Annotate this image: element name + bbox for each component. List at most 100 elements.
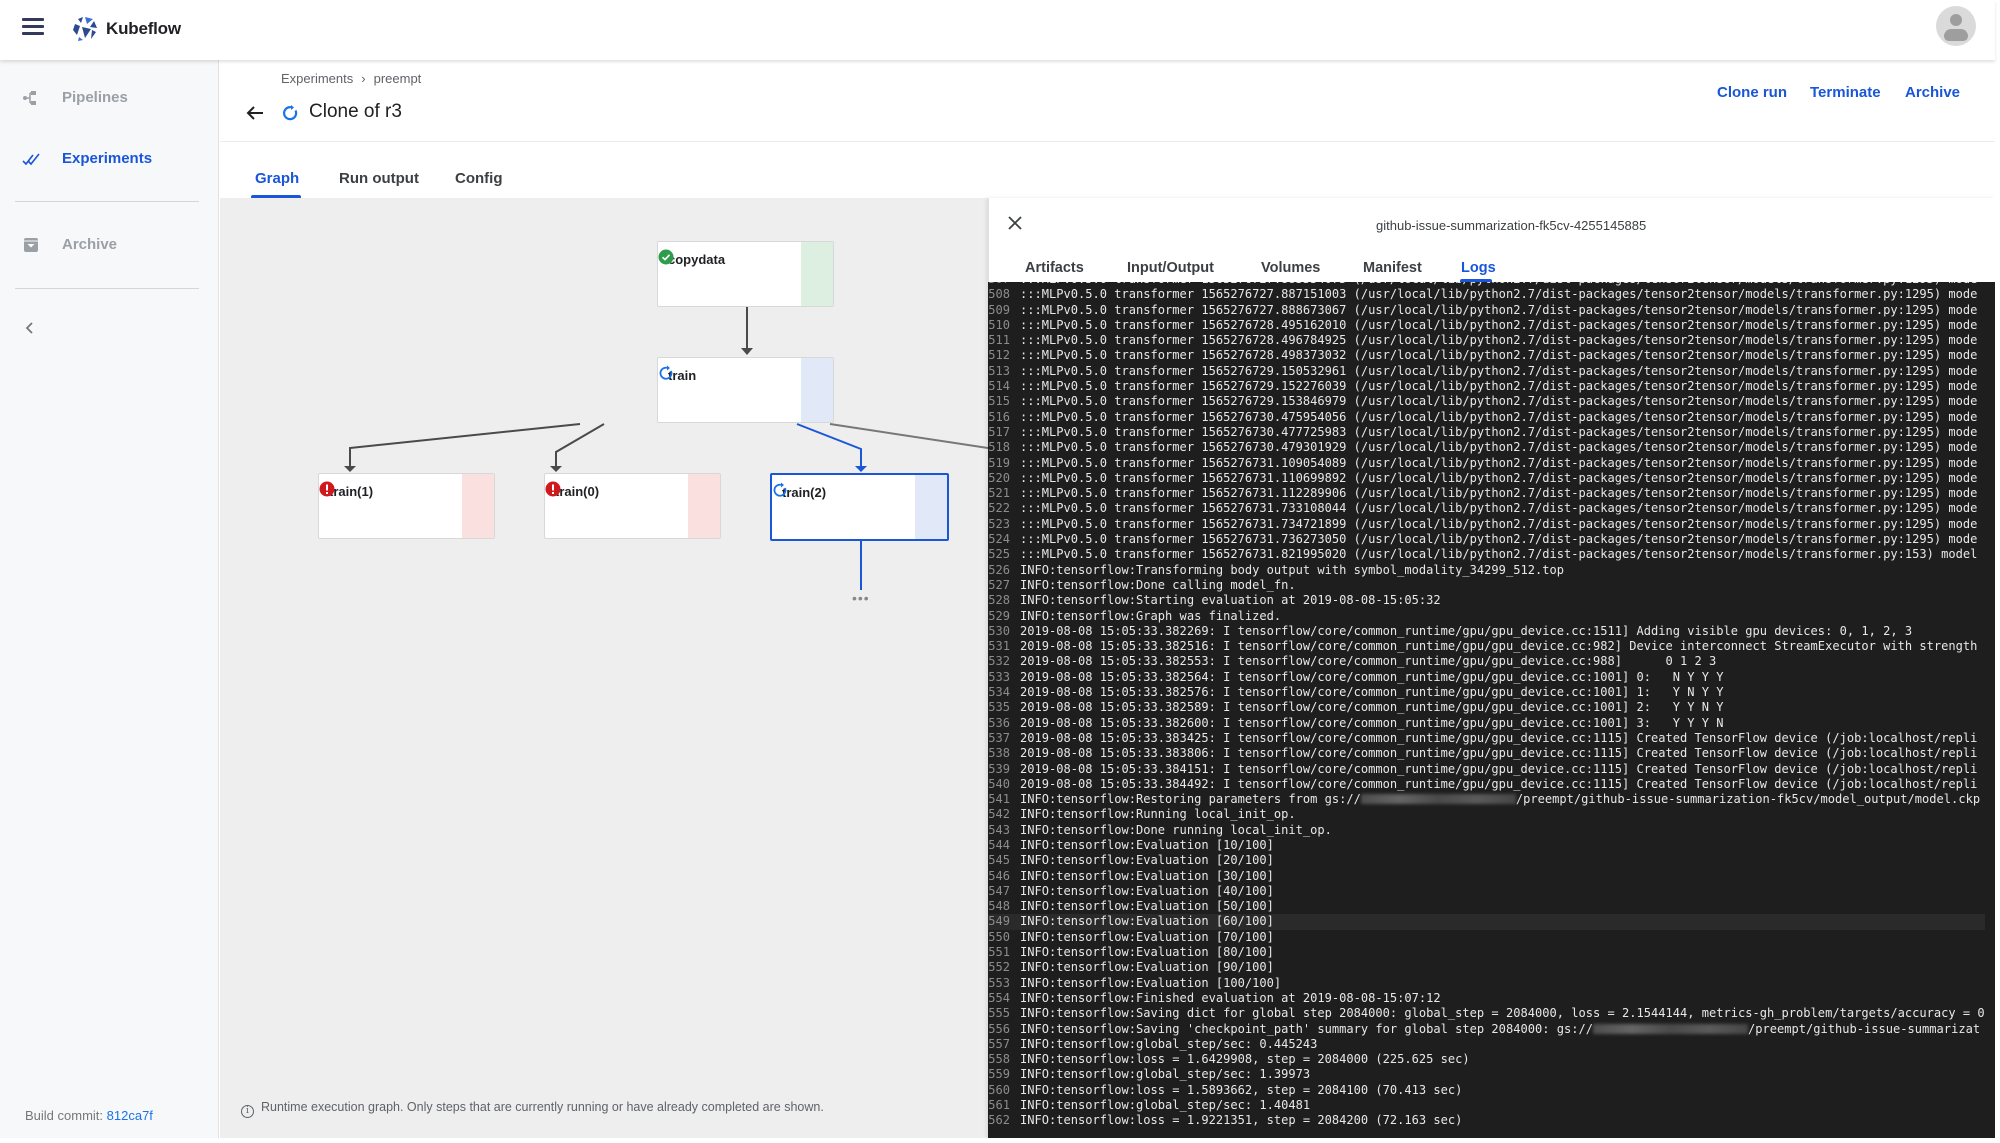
account-avatar[interactable] — [1936, 6, 1976, 46]
log-line-number: 1508 — [988, 287, 1010, 302]
log-line-number: 1526 — [988, 562, 1010, 577]
top-app-bar: Kubeflow — [0, 0, 1995, 60]
logs-viewer[interactable]: 1507:::MLPv0.5.0 transformer 1565276727.… — [988, 282, 1995, 1138]
screen-edge — [0, 1138, 2000, 1143]
log-line-text: INFO:tensorflow:Graph was finalized. — [1020, 608, 1282, 623]
menu-icon[interactable] — [22, 18, 44, 36]
panel-tab-logs[interactable]: Logs — [1461, 260, 1496, 276]
log-line-text: 2019-08-08 15:05:33.383806: I tensorflow… — [1020, 746, 1978, 761]
log-line-text: :::MLPv0.5.0 transformer 1565276728.4951… — [1020, 317, 1978, 332]
sidebar-item-archive[interactable]: Archive — [0, 223, 219, 267]
log-line-number: 1550 — [988, 929, 1010, 944]
graph-node-train[interactable]: train — [657, 357, 834, 423]
graph-canvas[interactable]: copydata train train(1) train(0) train(2… — [220, 198, 988, 1138]
log-line-number: 1536 — [988, 715, 1010, 730]
panel-tab-manifest[interactable]: Manifest — [1363, 260, 1422, 276]
log-line-number: 1542 — [988, 807, 1010, 822]
status-strip — [688, 474, 720, 538]
sidebar-item-experiments[interactable]: Experiments — [0, 137, 219, 181]
log-line-text: :::MLPv0.5.0 transformer 1565276731.1090… — [1020, 455, 1978, 470]
log-line-text: INFO:tensorflow:Evaluation [70/100] — [1020, 929, 1274, 944]
log-line-number: 1555 — [988, 1006, 1010, 1021]
running-status-icon — [283, 105, 298, 121]
log-line: 1539 2019-08-08 15:05:33.384151: I tensor… — [988, 762, 1985, 777]
log-line-number: 1523 — [988, 516, 1010, 531]
log-line-number: 1561 — [988, 1098, 1010, 1113]
log-line-number: 1562 — [988, 1113, 1010, 1128]
node-label: train(2) — [782, 485, 827, 500]
log-line-number: 1559 — [988, 1067, 1010, 1082]
log-line: 1542 INFO:tensorflow:Running local_init_o… — [988, 807, 1985, 822]
log-line-number: 1534 — [988, 685, 1010, 700]
log-line-text: INFO:tensorflow:Done calling model_fn. — [1020, 577, 1296, 592]
edge-train-offscreen — [829, 423, 988, 449]
log-line-text: /preempt/github-issue-summarization-fk5c… — [1515, 792, 1981, 807]
log-line: 1549 INFO:tensorflow:Evaluation [60/100] — [988, 914, 1985, 930]
log-line-number: 1553 — [988, 975, 1010, 990]
log-line-text: :::MLPv0.5.0 transformer 1565276730.4793… — [1020, 440, 1978, 455]
log-line-text: 2019-08-08 15:05:33.382589: I tensorflow… — [1020, 700, 1724, 715]
panel-tab-input-output[interactable]: Input/Output — [1127, 260, 1214, 276]
log-line-number: 1533 — [988, 669, 1010, 684]
edge-arrowhead — [741, 348, 753, 355]
sidebar-divider — [15, 288, 199, 289]
archive-button[interactable]: Archive — [1905, 84, 1960, 101]
collapse-sidebar-chevron-icon[interactable] — [20, 318, 40, 338]
graph-node-train-1[interactable]: train(1) — [318, 473, 495, 539]
graph-info-text: Runtime execution graph. Only steps that… — [261, 1100, 824, 1114]
log-line-number: 1509 — [988, 302, 1010, 317]
graph-node-copydata[interactable]: copydata — [657, 241, 834, 307]
log-line: 1522:::MLPv0.5.0 transformer 1565276731.… — [988, 501, 1985, 516]
terminate-button[interactable]: Terminate — [1810, 84, 1881, 101]
log-line: 1525:::MLPv0.5.0 transformer 1565276731.… — [988, 547, 1985, 562]
log-line-text: INFO:tensorflow:Evaluation [30/100] — [1020, 868, 1274, 883]
log-line: 1540 2019-08-08 15:05:33.384492: I tensor… — [988, 777, 1985, 792]
build-commit-link[interactable]: 812ca7f — [107, 1108, 153, 1123]
log-line: 1562 INFO:tensorflow:loss = 1.9221351, st… — [988, 1113, 1985, 1128]
log-line: 1545 INFO:tensorflow:Evaluation [20/100] — [988, 853, 1985, 868]
log-line-number: 1514 — [988, 379, 1010, 394]
log-line-text: :::MLPv0.5.0 transformer 1565276727.8886… — [1020, 302, 1978, 317]
graph-node-train-0[interactable]: train(0) — [544, 473, 721, 539]
back-arrow-icon[interactable] — [244, 102, 266, 124]
log-line-number: 1532 — [988, 654, 1010, 669]
log-line: 1556 INFO:tensorflow:Saving 'checkpoint_p… — [988, 1022, 1985, 1037]
tab-graph[interactable]: Graph — [255, 170, 299, 187]
log-line: 1508:::MLPv0.5.0 transformer 1565276727.… — [988, 287, 1985, 302]
log-line-text: INFO:tensorflow:Evaluation [20/100] — [1020, 853, 1274, 868]
panel-tab-artifacts[interactable]: Artifacts — [1025, 260, 1084, 276]
running-status-icon — [773, 482, 787, 497]
log-line: 1546 INFO:tensorflow:Evaluation [30/100] — [988, 869, 1985, 884]
log-line: 1526 INFO:tensorflow:Transforming body ou… — [988, 563, 1985, 578]
log-lines: 1507:::MLPv0.5.0 transformer 1565276727.… — [988, 282, 1985, 1129]
log-line-number: 1558 — [988, 1052, 1010, 1067]
log-line-number: 1522 — [988, 501, 1010, 516]
log-line: 1529 INFO:tensorflow:Graph was finalized. — [988, 609, 1985, 624]
log-line-number: 1535 — [988, 700, 1010, 715]
tab-config[interactable]: Config — [455, 170, 502, 187]
sidebar-item-pipelines[interactable]: Pipelines — [0, 76, 219, 120]
log-line: 1557 INFO:tensorflow:global_step/sec: 0.4… — [988, 1037, 1985, 1052]
edge-train-train1 — [349, 423, 581, 466]
more-steps-ellipsis[interactable]: ••• — [852, 590, 870, 606]
sidebar-item-label: Experiments — [62, 150, 153, 167]
breadcrumb-experiments-link[interactable]: Experiments — [281, 71, 353, 86]
log-line-number: 1524 — [988, 532, 1010, 547]
tab-run-output[interactable]: Run output — [339, 170, 419, 187]
redacted-text — [1592, 1023, 1748, 1034]
panel-tab-volumes[interactable]: Volumes — [1261, 260, 1320, 276]
log-line-number: 1531 — [988, 639, 1010, 654]
log-line-text: :::MLPv0.5.0 transformer 1565276731.7347… — [1020, 516, 1978, 531]
log-line: 1513:::MLPv0.5.0 transformer 1565276729.… — [988, 364, 1985, 379]
clone-run-button[interactable]: Clone run — [1717, 84, 1787, 101]
log-line-text: INFO:tensorflow:global_step/sec: 1.40481 — [1020, 1098, 1311, 1113]
log-line-text: INFO:tensorflow:Evaluation [90/100] — [1020, 960, 1274, 975]
breadcrumb-experiment-link[interactable]: preempt — [374, 71, 422, 86]
log-line-number: 1554 — [988, 990, 1010, 1005]
graph-node-train-2[interactable]: train(2) — [770, 473, 949, 541]
log-line-text: 2019-08-08 15:05:33.382269: I tensorflow… — [1020, 623, 1913, 638]
log-line-text: 2019-08-08 15:05:33.384492: I tensorflow… — [1020, 776, 1978, 791]
log-line-number: 1510 — [988, 317, 1010, 332]
close-icon[interactable] — [1006, 214, 1024, 232]
success-check-icon — [658, 249, 674, 265]
